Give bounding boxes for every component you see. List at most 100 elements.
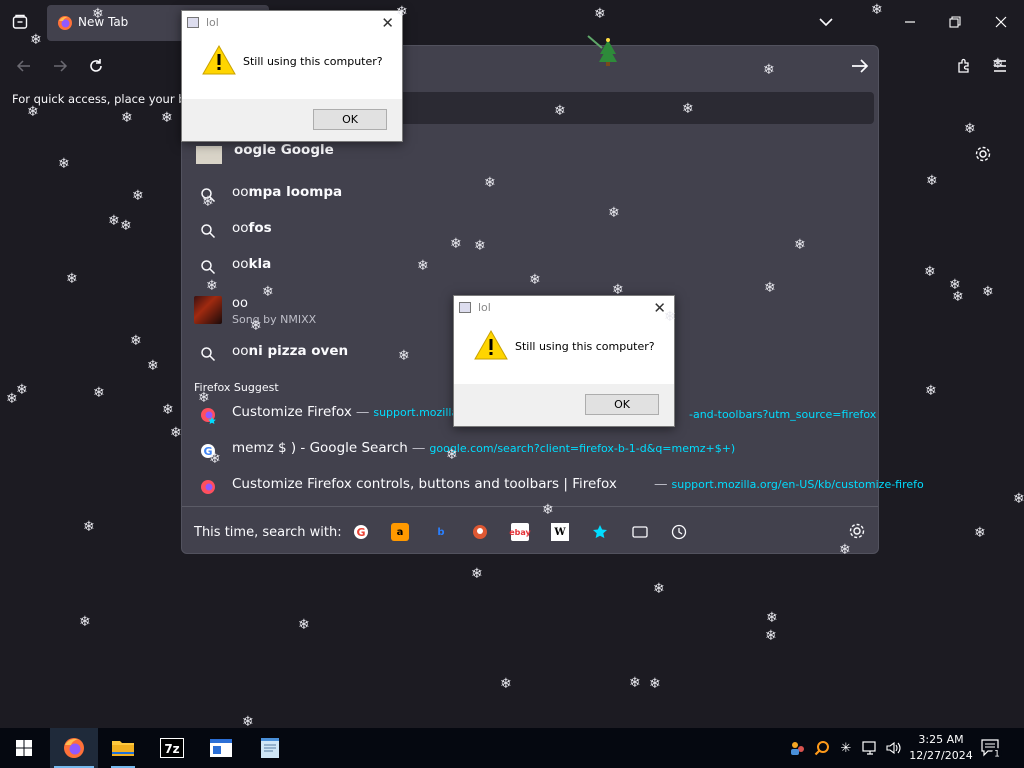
tab-overflow-button[interactable]	[816, 12, 836, 32]
search-with-label: This time, search with:	[194, 525, 342, 540]
volume-tray-icon[interactable]	[884, 738, 904, 758]
snowflake-icon: ❄	[839, 542, 851, 558]
people-tray-icon[interactable]	[788, 738, 808, 758]
taskbar-file-explorer[interactable]	[99, 728, 147, 768]
bing-icon[interactable]: b	[432, 523, 450, 541]
google-icon[interactable]: G	[352, 523, 370, 541]
taskbar: 7z ✳ 3:25 AM 12/27/2024 1	[0, 728, 1024, 768]
snowflake-icon: ❄	[484, 175, 496, 191]
album-art	[194, 296, 222, 324]
network-tray-icon[interactable]	[860, 738, 880, 758]
firefox-suggest-result[interactable]: G memz $ ) - Google Search — google.com/se…	[196, 435, 876, 465]
firefox-suggest-result[interactable]: Customize Firefox controls, buttons and …	[196, 471, 924, 501]
app-window-icon	[187, 17, 199, 28]
search-icon	[198, 344, 218, 364]
wikipedia-icon[interactable]: W	[551, 523, 569, 541]
duckduckgo-icon[interactable]	[471, 523, 489, 541]
extensions-button[interactable]	[952, 54, 976, 78]
result-favicon	[196, 146, 222, 164]
firefox-icon	[58, 16, 72, 30]
snowflake-icon: ❄	[298, 617, 310, 633]
search-suggestion[interactable]: oompa loompa	[196, 179, 876, 209]
dialog-message: Still using this computer?	[515, 340, 655, 353]
song-title[interactable]: oo	[232, 296, 248, 311]
minimize-button[interactable]	[898, 10, 922, 34]
back-button[interactable]	[12, 54, 36, 78]
ok-button[interactable]: OK	[313, 109, 387, 130]
result-url-tail: -and-toolbars?utm_source=firefox	[689, 408, 877, 421]
dialog-titlebar[interactable]: lol ✕	[182, 11, 402, 35]
go-arrow-icon[interactable]	[848, 54, 872, 78]
snowflake-icon: ❄	[92, 6, 104, 22]
message-dialog: lol ✕ Still using this computer? OK	[453, 295, 675, 427]
app-window-icon	[210, 739, 232, 757]
chevron-down-icon	[819, 18, 833, 27]
snowflake-icon: ❄	[66, 271, 78, 287]
close-window-button[interactable]	[989, 10, 1013, 34]
suggestion-completion: kla	[248, 256, 272, 272]
svg-text:1: 1	[994, 750, 1000, 759]
snowflake-icon: ❄	[30, 32, 42, 48]
snowflake-icon: ❄	[992, 56, 1004, 72]
song-subtitle: Song by NMIXX	[232, 313, 317, 326]
snowflake-icon: ❄	[417, 258, 429, 274]
start-button[interactable]	[0, 728, 48, 768]
snowflake-icon: ❄	[982, 284, 994, 300]
snowflake-icon: ❄	[6, 391, 18, 407]
bluetooth-tray-icon[interactable]: ✳	[836, 738, 856, 758]
result-url: support.mozilla.org/en-US/kb/customize-f…	[671, 478, 924, 491]
taskbar-7zip[interactable]: 7z	[148, 728, 196, 768]
top-result-row[interactable]: oogle Google	[196, 140, 406, 164]
taskbar-firefox[interactable]	[50, 728, 98, 768]
system-clock[interactable]: 3:25 AM 12/27/2024	[908, 732, 974, 764]
tabs-icon[interactable]	[631, 523, 649, 541]
snowflake-icon: ❄	[27, 104, 39, 120]
clock-date: 12/27/2024	[909, 749, 973, 762]
ok-button[interactable]: OK	[585, 394, 659, 415]
snowflake-icon: ❄	[120, 218, 132, 234]
snowflake-icon: ❄	[209, 451, 221, 467]
firefox-help-icon	[198, 405, 218, 425]
search-settings-gear-icon[interactable]	[848, 522, 866, 540]
search-tray-icon[interactable]	[812, 738, 832, 758]
snowflake-icon: ❄	[925, 383, 937, 399]
list-all-tabs-button[interactable]	[8, 10, 32, 34]
customize-new-tab-gear-icon[interactable]	[974, 145, 992, 163]
message-dialog: lol ✕ Still using this computer? OK	[181, 10, 403, 142]
search-suggestion[interactable]: oofos	[196, 215, 876, 245]
snowflake-icon: ❄	[952, 289, 964, 305]
file-explorer-icon	[112, 741, 134, 756]
snowflake-icon: ❄	[500, 676, 512, 692]
notification-icon: 1	[981, 739, 1002, 760]
snowflake-icon: ❄	[161, 110, 173, 126]
snowflake-icon: ❄	[471, 566, 483, 582]
bookmarks-icon[interactable]	[591, 523, 609, 541]
suggestion-typed: oo	[232, 220, 249, 236]
history-icon[interactable]	[670, 523, 688, 541]
restore-button[interactable]	[943, 10, 967, 34]
action-center-button[interactable]: 1	[980, 738, 1002, 762]
dialog-titlebar[interactable]: lol ✕	[454, 296, 674, 320]
dialog-title: lol	[478, 301, 491, 314]
snowflake-icon: ❄	[398, 348, 410, 364]
snowflake-icon: ❄	[766, 610, 778, 626]
reload-button[interactable]	[84, 54, 108, 78]
snowflake-icon: ❄	[250, 318, 262, 334]
result-title: Customize Firefox controls, buttons and …	[232, 476, 617, 492]
forward-button[interactable]	[48, 54, 72, 78]
taskbar-notepad[interactable]	[246, 728, 294, 768]
amazon-icon[interactable]: a	[391, 523, 409, 541]
snowflake-icon: ❄	[794, 237, 806, 253]
snowflake-icon: ❄	[198, 390, 210, 406]
7zip-icon: 7z	[160, 738, 184, 758]
close-icon[interactable]: ✕	[381, 14, 394, 32]
snowflake-icon: ❄	[608, 205, 620, 221]
ebay-icon[interactable]: ebay	[509, 523, 531, 541]
snowflake-icon: ❄	[242, 714, 254, 730]
snowflake-icon: ❄	[262, 284, 274, 300]
suggestion-typed: oo	[232, 184, 249, 200]
arrow-left-icon	[16, 60, 30, 72]
taskbar-app[interactable]	[197, 728, 245, 768]
suggestion-typed: oo	[232, 256, 249, 272]
notepad-icon	[261, 738, 279, 758]
